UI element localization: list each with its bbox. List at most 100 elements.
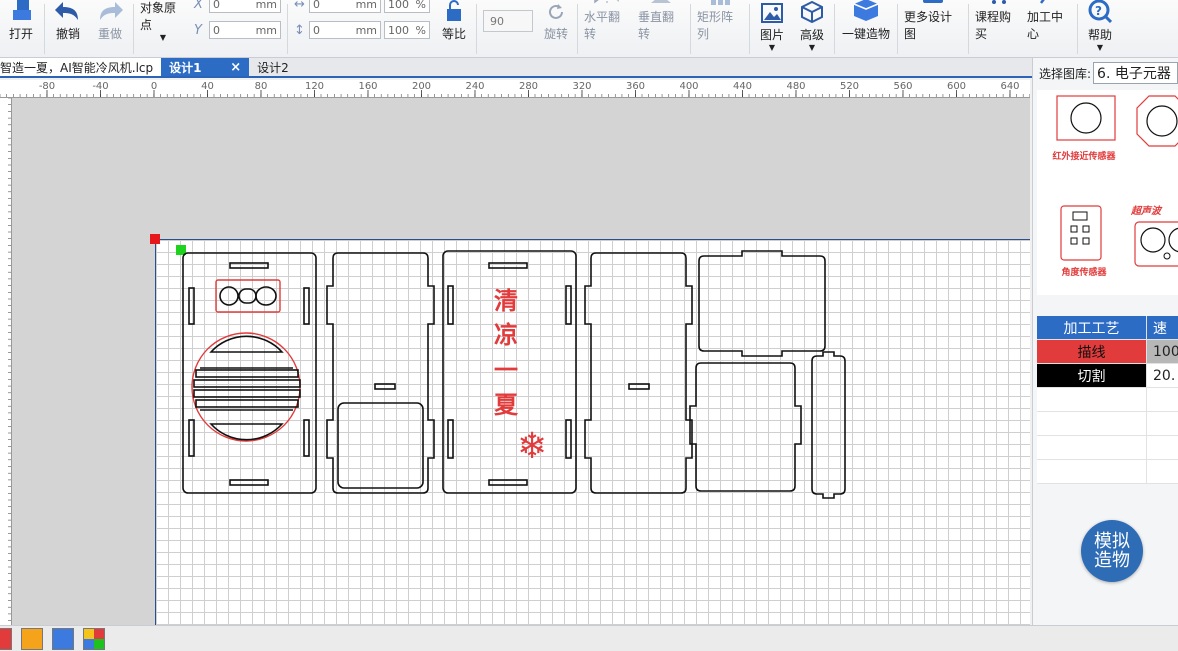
open-button[interactable]: 打开 <box>0 0 42 58</box>
layer-color-bar <box>0 625 1178 651</box>
x-value: 0 <box>213 0 220 11</box>
y-position-input[interactable]: 0 mm <box>209 21 281 39</box>
y-value: 0 <box>213 23 220 37</box>
tab-label: 设计2 <box>257 60 289 75</box>
color-swatch-multi[interactable] <box>83 627 105 650</box>
help-icon: ? <box>1088 0 1112 23</box>
tab-design-2[interactable]: 设计2 <box>249 58 297 76</box>
scale-h-value: 100 <box>388 23 409 37</box>
library-item-octagon-sensor[interactable] <box>1131 94 1178 184</box>
color-swatch-red[interactable] <box>0 627 12 650</box>
flip-vertical-icon <box>647 0 675 5</box>
library-item-name: 超声波 <box>1131 206 1161 217</box>
library-select[interactable]: 6. 电子元器 <box>1093 62 1178 84</box>
library-selector-row: 选择图库: 6. 电子元器 <box>1033 58 1178 88</box>
scale-height-input[interactable]: 100% <box>384 21 430 39</box>
laser-cut-design-app: 打开 撤销 重做 对象原点 ▼ X 0 mm Y 0 mm ↔ 0 mm 100… <box>0 0 1178 651</box>
main-toolbar: 打开 撤销 重做 对象原点 ▼ X 0 mm Y 0 mm ↔ 0 mm 100… <box>0 0 1178 58</box>
process-row-cut[interactable]: 切割 20. <box>1037 364 1178 388</box>
redo-icon <box>96 0 124 22</box>
process-row-engrave[interactable]: 描线 100 <box>1037 340 1178 364</box>
height-input[interactable]: 0 mm <box>309 21 381 39</box>
rotate-button[interactable]: 旋转 <box>537 0 575 58</box>
image-button[interactable]: 图片 ▼ <box>752 0 792 58</box>
simulate-line-1: 模拟 <box>1094 531 1130 552</box>
design-canvas[interactable]: 清 凉 一 夏 ❄ <box>12 98 1030 625</box>
rotate-angle-input[interactable]: 90 <box>483 10 533 32</box>
ultrasonic-thumbnail <box>1134 221 1178 267</box>
width-value: 0 <box>313 0 320 11</box>
design-title-text[interactable]: 清 凉 一 夏 <box>494 286 519 419</box>
rect-array-button[interactable]: 矩形阵列 <box>693 0 747 58</box>
library-item-name: 红外接近传感器 <box>1052 152 1116 162</box>
proportional-label: 等比 <box>441 27 466 41</box>
simulate-build-label: 模拟 造物 <box>1094 532 1130 570</box>
unit-label: mm <box>255 0 277 11</box>
process-speed-value[interactable]: 100 <box>1147 340 1178 364</box>
library-item-name: 角度传感器 <box>1061 268 1107 278</box>
redo-button[interactable]: 重做 <box>89 0 131 58</box>
y-label: Y <box>194 22 202 38</box>
flip-horizontal-button[interactable]: 水平翻转 <box>580 0 634 58</box>
advanced-label: 高级 <box>799 28 824 42</box>
x-position-input[interactable]: 0 mm <box>209 0 281 13</box>
help-button[interactable]: ? 帮助 ▼ <box>1080 0 1120 58</box>
octagon-sensor-thumbnail <box>1136 95 1178 147</box>
process-speed-value[interactable]: 20. <box>1147 364 1178 388</box>
advanced-button[interactable]: 高级 ▼ <box>792 0 832 58</box>
document-tabs: 智造一夏，AI智能冷风机.lcp 设计1 × 设计2 <box>0 58 1032 78</box>
library-item-angle-sensor[interactable]: 角度传感器 <box>1045 202 1123 292</box>
side-panel-right[interactable] <box>584 252 693 494</box>
top-panel[interactable] <box>698 250 826 357</box>
library-item-ultrasonic[interactable]: 超声波 <box>1131 202 1178 292</box>
height-value: 0 <box>313 23 320 37</box>
separator <box>897 4 898 54</box>
separator <box>44 4 45 54</box>
processing-center-button[interactable]: 加工中心 <box>1023 0 1075 58</box>
vertical-ruler <box>0 98 12 625</box>
front-panel[interactable] <box>182 252 317 494</box>
position-fields: X 0 mm Y 0 mm <box>190 0 285 42</box>
library-panel: 选择图库: 6. 电子元器 红外接近传感器 角度传感器 超声波 加工工艺 速 描… <box>1032 58 1178 625</box>
rotate-label: 旋转 <box>543 27 568 41</box>
proportional-button[interactable]: 等比 <box>434 0 474 58</box>
ruler-scale: -80 -40 0 40 80 120 160 200 240 280 320 360 400 440 48… <box>0 81 1030 97</box>
design-char-2: 凉 <box>494 320 518 349</box>
one-click-build-button[interactable]: 一键造物 <box>837 0 895 58</box>
simulate-build-button[interactable]: 模拟 造物 <box>1081 520 1143 582</box>
horizontal-ruler: -80 -40 0 40 80 120 160 200 240 280 320 360 400 440 48… <box>0 80 1030 98</box>
object-origin-button[interactable]: 对象原点 ▼ <box>136 0 190 58</box>
rotate-field-wrap: 90 <box>479 0 537 58</box>
tab-project-file[interactable]: 智造一夏，AI智能冷风机.lcp <box>0 58 162 76</box>
process-name: 描线 <box>1037 340 1147 364</box>
close-tab-icon[interactable]: × <box>230 60 241 75</box>
undo-button[interactable]: 撤销 <box>47 0 89 58</box>
side-panel-left[interactable] <box>326 252 435 494</box>
percent-label: % <box>415 23 426 37</box>
color-swatch-orange[interactable] <box>21 627 43 650</box>
library-item-ir-sensor[interactable]: 红外接近传感器 <box>1045 94 1123 184</box>
snowflake-icon[interactable]: ❄ <box>517 426 547 467</box>
color-swatch-blue[interactable] <box>52 627 74 650</box>
side-strip[interactable] <box>811 351 846 499</box>
separator <box>577 4 578 54</box>
process-header-row: 加工工艺 速 <box>1037 316 1178 340</box>
speed-header: 速 <box>1147 316 1178 340</box>
percent-label: % <box>415 0 426 11</box>
tab-design-1[interactable]: 设计1 × <box>161 58 250 76</box>
rect-array-label: 矩形阵列 <box>697 10 734 41</box>
bottom-panel[interactable] <box>689 362 802 492</box>
width-row: ↔ 0 mm 100% <box>294 0 430 13</box>
x-label: X <box>194 0 203 12</box>
width-input[interactable]: 0 mm <box>309 0 381 13</box>
build-box-icon <box>853 0 879 22</box>
course-purchase-button[interactable]: 课程购买 <box>971 0 1023 58</box>
more-designs-label: 更多设计图 <box>904 10 953 41</box>
tab-label: 设计1 <box>169 60 202 75</box>
origin-marker-red[interactable] <box>150 234 160 244</box>
design-char-3: 一 <box>494 355 518 384</box>
more-designs-button[interactable]: 更多设计图 <box>900 0 966 58</box>
scale-width-input[interactable]: 100% <box>384 0 430 13</box>
object-origin-label: 对象原点 <box>140 1 177 32</box>
flip-vertical-button[interactable]: 垂直翻转 <box>634 0 688 58</box>
